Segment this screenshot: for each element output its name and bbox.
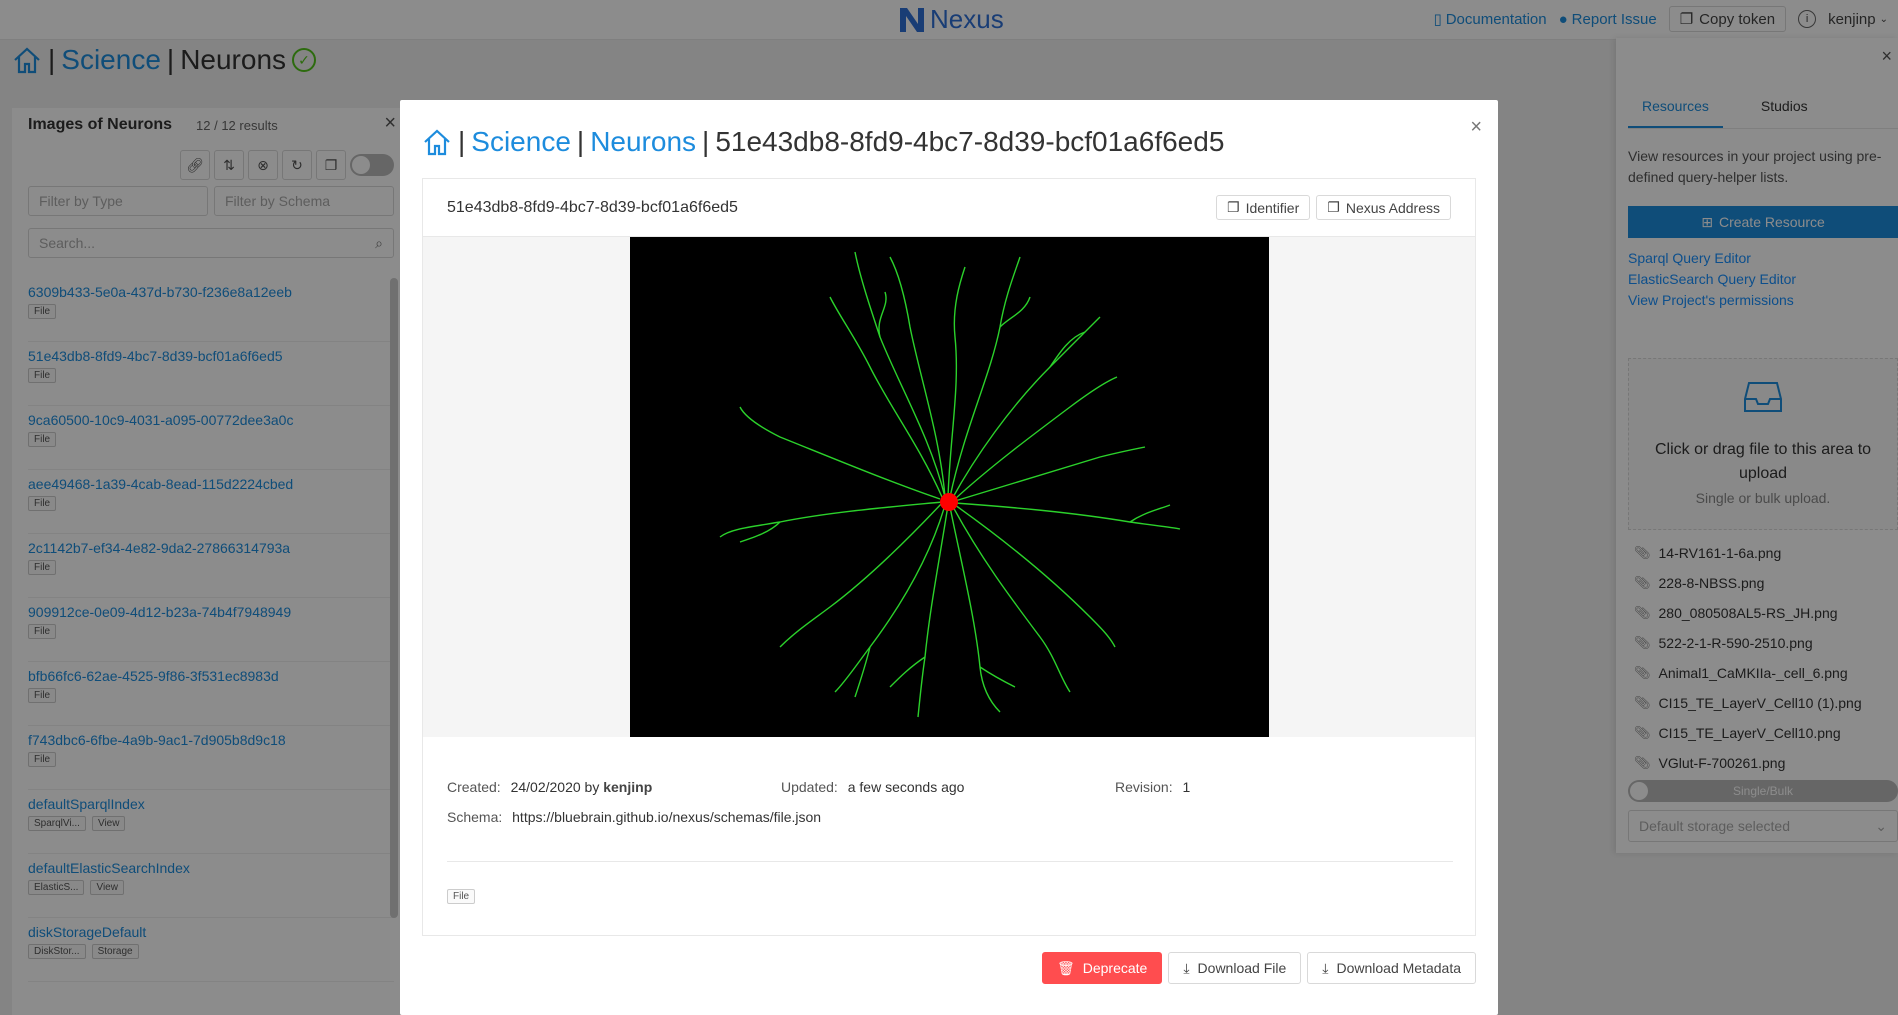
copy-icon: ❐ — [1227, 199, 1240, 215]
home-icon[interactable] — [422, 128, 452, 156]
updated-value: a few seconds ago — [847, 779, 965, 795]
schema-link[interactable]: https://bluebrain.github.io/nexus/schema… — [512, 809, 821, 825]
copy-nexus-address-button[interactable]: ❐ Nexus Address — [1316, 195, 1451, 220]
identifier-label: Identifier — [1245, 199, 1300, 216]
download-file-label: Download File — [1197, 960, 1287, 976]
copy-identifier-button[interactable]: ❐ Identifier — [1216, 195, 1311, 220]
breadcrumb-separator: | — [458, 126, 466, 157]
revision-label: Revision: — [1115, 779, 1173, 795]
schema-row: Schema: https://bluebrain.github.io/nexu… — [447, 809, 1453, 839]
download-icon: ⤓ — [1322, 959, 1329, 976]
divider — [447, 861, 1453, 862]
breadcrumb-resource-id: 51e43db8-8fd9-4bc7-8d39-bcf01a6f6ed5 — [715, 126, 1225, 157]
download-icon: ⤓ — [1183, 959, 1190, 976]
resource-card-actions: ❐ Identifier ❐ Nexus Address — [1216, 195, 1451, 220]
modal-breadcrumb: | Science | Neurons | 51e43db8-8fd9-4bc7… — [422, 126, 1224, 158]
resource-metadata: Created: 24/02/2020 by kenjinp Updated: … — [447, 779, 1453, 904]
revision-field: Revision: 1 — [1115, 779, 1190, 795]
created-field: Created: 24/02/2020 by kenjinp — [447, 779, 652, 795]
schema-field: Schema: https://bluebrain.github.io/nexu… — [447, 809, 821, 825]
modal-footer: 🗑︎ Deprecate ⤓ Download File ⤓ Download … — [1041, 952, 1476, 984]
trash-icon: 🗑︎ — [1056, 959, 1075, 976]
updated-label: Updated: — [781, 779, 838, 795]
download-file-button[interactable]: ⤓ Download File — [1168, 952, 1302, 984]
deprecate-button[interactable]: 🗑︎ Deprecate — [1041, 952, 1163, 984]
close-icon[interactable]: × — [1470, 116, 1482, 139]
metadata-row: Created: 24/02/2020 by kenjinp Updated: … — [447, 779, 1453, 809]
neuron-drawing — [719, 251, 1181, 718]
type-tag: File — [447, 889, 476, 904]
breadcrumb-separator: | — [576, 126, 585, 157]
neuron-image[interactable] — [630, 237, 1269, 737]
soma-marker — [940, 493, 958, 511]
download-metadata-button[interactable]: ⤓ Download Metadata — [1307, 952, 1476, 984]
resource-modal: × | Science | Neurons | 51e43db8-8fd9-4b… — [400, 100, 1498, 1015]
breadcrumb-separator: | — [702, 126, 710, 157]
created-label: Created: — [447, 779, 501, 795]
created-value: 24/02/2020 by — [510, 779, 600, 795]
revision-value: 1 — [1182, 779, 1191, 795]
created-by: kenjinp — [603, 779, 653, 795]
resource-card: 51e43db8-8fd9-4bc7-8d39-bcf01a6f6ed5 ❐ I… — [422, 178, 1476, 936]
image-preview — [423, 237, 1475, 737]
updated-field: Updated: a few seconds ago — [781, 779, 964, 795]
deprecate-label: Deprecate — [1082, 960, 1148, 976]
resource-id: 51e43db8-8fd9-4bc7-8d39-bcf01a6f6ed5 — [447, 199, 738, 216]
nexus-address-label: Nexus Address — [1345, 199, 1440, 216]
resource-card-header: 51e43db8-8fd9-4bc7-8d39-bcf01a6f6ed5 ❐ I… — [423, 179, 1475, 237]
breadcrumb-org[interactable]: Science — [471, 126, 571, 158]
schema-label: Schema: — [447, 809, 503, 825]
download-metadata-label: Download Metadata — [1336, 960, 1461, 976]
copy-icon: ❐ — [1327, 199, 1340, 215]
breadcrumb-project[interactable]: Neurons — [590, 126, 696, 158]
